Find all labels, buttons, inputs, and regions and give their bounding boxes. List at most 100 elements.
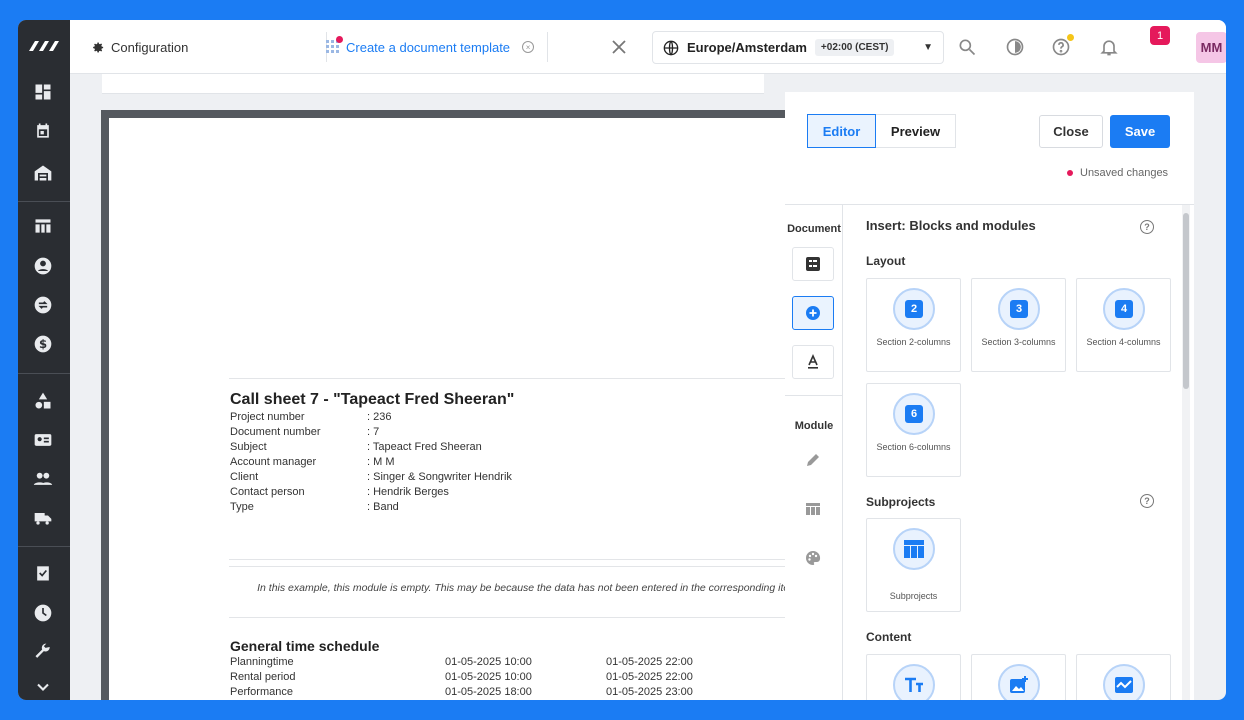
tab-configuration[interactable]: Configuration bbox=[90, 20, 188, 74]
dashboard-icon[interactable] bbox=[32, 81, 54, 103]
shapes-icon[interactable] bbox=[32, 390, 54, 412]
tab-divider bbox=[547, 32, 548, 62]
tab-create-document-template[interactable]: Create a document template × bbox=[326, 20, 535, 74]
field-row: Contact person: Hendrik Berges bbox=[230, 486, 449, 498]
grid-dots-icon bbox=[326, 36, 343, 54]
text-format-icon bbox=[808, 354, 818, 369]
plus-circle-icon bbox=[806, 306, 820, 320]
help-indicator bbox=[1067, 34, 1074, 41]
clipboard-check-icon[interactable] bbox=[32, 562, 54, 584]
editor-tab-button[interactable]: Editor bbox=[807, 114, 876, 148]
field-row: Project number: 236 bbox=[230, 411, 392, 423]
field-row: Type: Band bbox=[230, 501, 399, 513]
unsaved-label: Unsaved changes bbox=[1080, 167, 1169, 179]
scrollbar-thumb[interactable] bbox=[1183, 213, 1189, 389]
insert-blocks-button[interactable] bbox=[792, 296, 834, 330]
top-bar: Configuration Create a document template… bbox=[70, 20, 1226, 74]
sidebar-divider bbox=[18, 201, 70, 202]
blocks-title: Insert: Blocks and modules bbox=[866, 218, 1036, 233]
field-row: Subject: Tapeact Fred Sheeran bbox=[230, 441, 482, 453]
sidebar: $ bbox=[18, 20, 70, 700]
panel-scrollbar[interactable] bbox=[1182, 205, 1190, 700]
layout-card-6-columns[interactable]: 6 Section 6-columns bbox=[866, 383, 961, 477]
editor-panel: Editor Preview Close Save Unsaved change… bbox=[785, 92, 1194, 700]
layout-card-4-columns[interactable]: 4 Section 4-columns bbox=[1076, 278, 1171, 372]
config-tab-label: Configuration bbox=[111, 39, 189, 55]
help-icon[interactable]: ? bbox=[1140, 220, 1154, 234]
image-add-icon bbox=[998, 664, 1040, 700]
header-module[interactable]: Call sheet 7 - "Tapeact Fred Sheeran" Pr… bbox=[229, 378, 785, 560]
layout-card-2-columns[interactable]: 2 Section 2-columns bbox=[866, 278, 961, 372]
preview-tab-button[interactable]: Preview bbox=[876, 114, 956, 148]
clock-icon[interactable] bbox=[32, 602, 54, 624]
content-card-image[interactable] bbox=[971, 654, 1066, 700]
text-icon bbox=[893, 664, 935, 700]
truck-icon[interactable] bbox=[32, 507, 54, 529]
subprojects-group-title: Subprojects bbox=[866, 495, 936, 509]
close-button[interactable]: Close bbox=[1039, 115, 1103, 148]
empty-module-note[interactable]: In this example, this module is empty. T… bbox=[229, 566, 785, 618]
content-group-title: Content bbox=[866, 630, 912, 644]
insert-rail: Document Module bbox=[785, 205, 843, 700]
module-table-button[interactable] bbox=[792, 492, 834, 526]
save-button[interactable]: Save bbox=[1110, 115, 1170, 148]
schedule-title: General time schedule bbox=[230, 638, 380, 654]
logo-icon bbox=[29, 41, 59, 51]
dollar-icon[interactable]: $ bbox=[32, 333, 54, 355]
unsaved-dot bbox=[336, 36, 343, 43]
warehouse-icon[interactable] bbox=[32, 162, 54, 184]
layout-group-title: Layout bbox=[866, 254, 906, 268]
gear-icon bbox=[93, 42, 104, 52]
document-settings-button[interactable] bbox=[792, 247, 834, 281]
subprojects-card[interactable]: Subprojects bbox=[866, 518, 961, 612]
page-strip bbox=[102, 74, 764, 94]
document-canvas: Call sheet 7 - "Tapeact Fred Sheeran" Pr… bbox=[70, 74, 785, 700]
id-card-icon[interactable] bbox=[32, 429, 54, 451]
caret-down-icon: ▼ bbox=[923, 42, 933, 53]
rail-divider bbox=[785, 395, 843, 396]
transfer-icon[interactable] bbox=[32, 294, 54, 316]
section-icon: 6 bbox=[893, 393, 935, 435]
svg-text:$: $ bbox=[39, 337, 47, 351]
chart-icon bbox=[1103, 664, 1145, 700]
notification-badge: 1 bbox=[1150, 26, 1170, 45]
rail-module-label: Module bbox=[794, 420, 834, 432]
timer-icon[interactable] bbox=[1004, 36, 1026, 58]
contact-icon[interactable] bbox=[32, 255, 54, 277]
timezone-name: Europe/Amsterdam bbox=[687, 40, 807, 55]
help-icon[interactable] bbox=[1050, 34, 1074, 58]
app-window: $ Configuration Create a document templa… bbox=[18, 20, 1226, 700]
layout-card-3-columns[interactable]: 3 Section 3-columns bbox=[971, 278, 1066, 372]
doc-tab-label: Create a document template bbox=[346, 39, 511, 55]
calendar-icon[interactable] bbox=[32, 120, 54, 142]
timezone-select[interactable]: Europe/Amsterdam +02:00 (CEST) ▼ bbox=[652, 31, 944, 64]
close-tab-icon[interactable]: × bbox=[522, 41, 535, 53]
blocks-list: Insert: Blocks and modules ? Layout 2 Se… bbox=[844, 205, 1182, 700]
close-icon[interactable] bbox=[608, 36, 630, 58]
table-icon[interactable] bbox=[32, 215, 54, 237]
content-card-chart[interactable] bbox=[1076, 654, 1171, 700]
edit-module-button[interactable] bbox=[792, 443, 834, 477]
document-title: Call sheet 7 - "Tapeact Fred Sheeran" bbox=[230, 391, 515, 408]
table-icon bbox=[893, 528, 935, 570]
section-icon: 3 bbox=[998, 288, 1040, 330]
bell-icon[interactable] bbox=[1098, 36, 1120, 58]
palette-icon bbox=[806, 550, 821, 565]
help-icon[interactable]: ? bbox=[1140, 494, 1154, 508]
chevron-down-icon[interactable] bbox=[32, 676, 54, 698]
search-icon[interactable] bbox=[956, 36, 978, 58]
rail-document-label: Document bbox=[787, 223, 841, 235]
unsaved-changes-indicator: Unsaved changes bbox=[1067, 167, 1168, 179]
people-icon[interactable] bbox=[32, 468, 54, 490]
app-logo[interactable] bbox=[18, 20, 70, 72]
list-box-icon bbox=[806, 257, 820, 271]
wrench-icon[interactable] bbox=[32, 641, 54, 663]
content-card-text[interactable] bbox=[866, 654, 961, 700]
text-style-button[interactable] bbox=[792, 345, 834, 379]
field-row: Client: Singer & Songwriter Hendrik bbox=[230, 471, 512, 483]
page-frame: Call sheet 7 - "Tapeact Fred Sheeran" Pr… bbox=[101, 110, 785, 700]
module-style-button[interactable] bbox=[792, 541, 834, 575]
sidebar-divider bbox=[18, 546, 70, 547]
document-page: Call sheet 7 - "Tapeact Fred Sheeran" Pr… bbox=[109, 118, 785, 700]
avatar[interactable]: MM bbox=[1196, 32, 1226, 63]
